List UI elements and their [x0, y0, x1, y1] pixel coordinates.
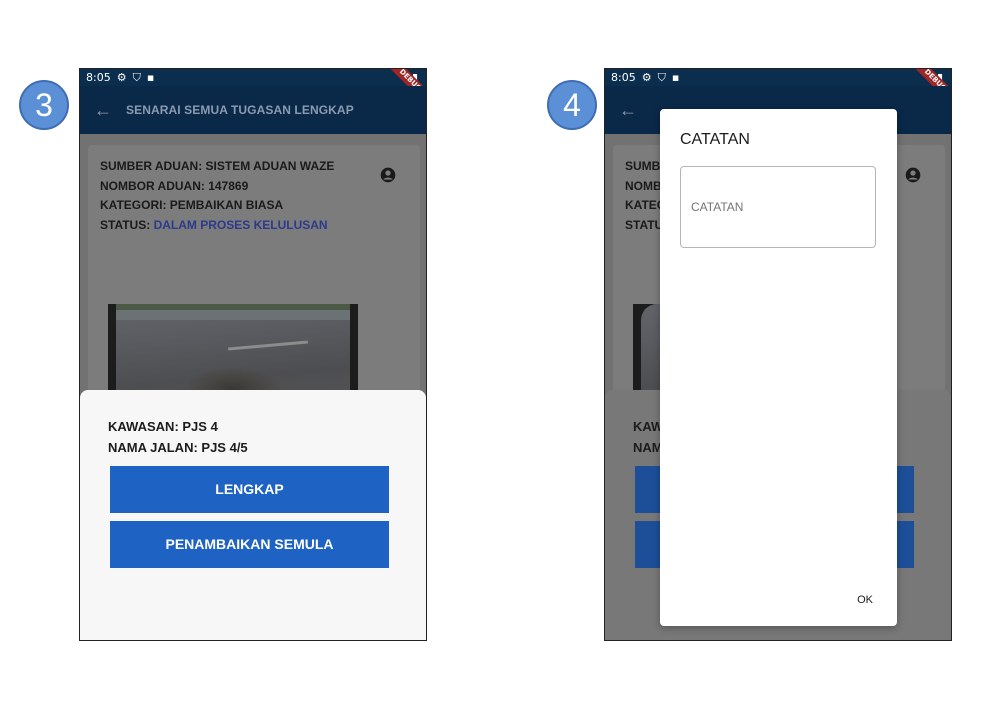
shield-icon: ⛉: [132, 70, 141, 84]
back-arrow-icon[interactable]: ←: [80, 100, 126, 121]
person-pin-icon[interactable]: [380, 167, 396, 183]
settings-icon: ⚙: [641, 71, 652, 84]
phone-screen-4: 8:05 ⚙ ⛉ ▪ ▼ ▮ DEBUG ← SUMBE NOMB KATEG …: [604, 68, 952, 641]
ok-button[interactable]: OK: [857, 594, 873, 606]
nombor-aduan: NOMBOR ADUAN: 147869: [100, 178, 249, 193]
photo-guardrail: [116, 310, 350, 320]
lengkap-button[interactable]: LENGKAP: [110, 466, 389, 513]
status-value: DALAM PROSES KELULUSAN: [153, 217, 328, 232]
sd-card-icon: ▪: [146, 71, 155, 84]
penambaikan-semula-button[interactable]: PENAMBAIKAN SEMULA: [110, 521, 389, 568]
step-badge-3: 3: [19, 80, 69, 130]
status-time: 8:05: [86, 71, 111, 84]
sd-card-icon: ▪: [671, 71, 680, 84]
bottom-sheet: KAWASAN: PJS 4 NAMA JALAN: PJS 4/5 LENGK…: [80, 390, 426, 640]
catatan-dialog: CATATAN OK: [660, 109, 897, 626]
status-bar: 8:05 ⚙ ⛉ ▪ ▼ ▮: [80, 69, 426, 86]
shield-icon: ⛉: [657, 70, 666, 84]
step-badge-4: 4: [547, 80, 597, 130]
nama-jalan: NAMA JALAN: PJS 4/5: [108, 440, 248, 455]
settings-icon: ⚙: [116, 71, 127, 84]
kawasan: KAWASAN: PJS 4: [108, 419, 218, 434]
dialog-title: CATATAN: [680, 131, 750, 148]
status-time: 8:05: [611, 71, 636, 84]
app-bar: ← SENARAI SEMUA TUGASAN LENGKAP: [80, 86, 426, 134]
kategori: KATEGORI: PEMBAIKAN BIASA: [100, 198, 284, 212]
status-bar: 8:05 ⚙ ⛉ ▪ ▼ ▮: [605, 69, 951, 86]
status-line: STATUS: DALAM PROSES KELULUSAN: [100, 216, 408, 236]
phone-screen-3: 8:05 ⚙ ⛉ ▪ ▼ ▮ DEBUG ← SENARAI SEMUA TUG…: [79, 68, 427, 641]
person-pin-icon: [905, 167, 921, 183]
app-bar-title: SENARAI SEMUA TUGASAN LENGKAP: [126, 103, 354, 117]
back-arrow-icon: ←: [619, 99, 637, 120]
sumber-aduan: SUMBER ADUAN: SISTEM ADUAN WAZE: [100, 159, 335, 173]
catatan-input[interactable]: [680, 166, 876, 248]
status-label: STATUS:: [100, 217, 154, 232]
